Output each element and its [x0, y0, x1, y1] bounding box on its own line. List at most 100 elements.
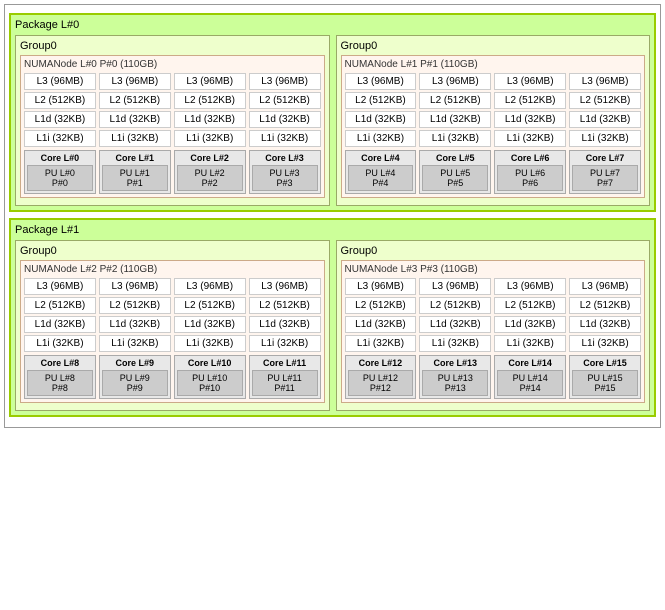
cache-cell-l1i-1-0-1: L1i (32KB)	[99, 335, 171, 352]
core-label-0-1-3: Core L#7	[572, 153, 638, 163]
cache-cell-l2-1-0-3: L2 (512KB)	[249, 297, 321, 314]
cache-cell-l1d-0-1-2: L1d (32KB)	[494, 111, 566, 128]
cache-row-l1d-0-1: L1d (32KB)L1d (32KB)L1d (32KB)L1d (32KB)	[345, 111, 642, 128]
core-label-1-0-1: Core L#9	[102, 358, 168, 368]
cache-cell-l2-0-0-0: L2 (512KB)	[24, 92, 96, 109]
cache-cell-l3-1-1-1: L3 (96MB)	[419, 278, 491, 295]
cache-cell-l3-0-1-2: L3 (96MB)	[494, 73, 566, 90]
cache-cell-l2-1-0-0: L2 (512KB)	[24, 297, 96, 314]
cache-cell-l1i-0-1-2: L1i (32KB)	[494, 130, 566, 147]
pu-box-0-0-0: PU L#0P#0	[27, 165, 93, 191]
core-box-1-1-3: Core L#15PU L#15P#15	[569, 355, 641, 399]
cache-cell-l1i-1-1-0: L1i (32KB)	[345, 335, 417, 352]
pu-box-1-0-2: PU L#10P#10	[177, 370, 243, 396]
cache-cell-l3-0-0-1: L3 (96MB)	[99, 73, 171, 90]
cache-cell-l1i-0-1-3: L1i (32KB)	[569, 130, 641, 147]
numa-label-1-1: NUMANode L#3 P#3 (110GB)	[345, 264, 642, 275]
cache-cell-l1d-0-0-1: L1d (32KB)	[99, 111, 171, 128]
group-0-1: Group0NUMANode L#1 P#1 (110GB)L3 (96MB)L…	[336, 35, 651, 206]
group-label-0-0: Group0	[20, 40, 325, 52]
cache-cell-l3-0-1-0: L3 (96MB)	[345, 73, 417, 90]
cache-row-l1i-0-1: L1i (32KB)L1i (32KB)L1i (32KB)L1i (32KB)	[345, 130, 642, 147]
pu-box-1-1-1: PU L#13P#13	[422, 370, 488, 396]
core-box-1-0-3: Core L#11PU L#11P#11	[249, 355, 321, 399]
numa-label-0-0: NUMANode L#0 P#0 (110GB)	[24, 59, 321, 70]
core-label-1-0-0: Core L#8	[27, 358, 93, 368]
core-box-1-1-1: Core L#13PU L#13P#13	[419, 355, 491, 399]
cache-cell-l3-1-1-0: L3 (96MB)	[345, 278, 417, 295]
cache-cell-l1d-0-1-1: L1d (32KB)	[419, 111, 491, 128]
numa-node-0-1: NUMANode L#1 P#1 (110GB)L3 (96MB)L3 (96M…	[341, 55, 646, 198]
cache-cell-l1i-0-1-0: L1i (32KB)	[345, 130, 417, 147]
core-box-1-1-0: Core L#12PU L#12P#12	[345, 355, 417, 399]
core-label-1-1-0: Core L#12	[348, 358, 414, 368]
core-box-1-0-0: Core L#8 PU L#8P#8	[24, 355, 96, 399]
numa-label-1-0: NUMANode L#2 P#2 (110GB)	[24, 264, 321, 275]
package-label-0: Package L#0	[15, 19, 650, 31]
cache-cell-l2-0-1-3: L2 (512KB)	[569, 92, 641, 109]
cache-row-l1i-1-0: L1i (32KB)L1i (32KB)L1i (32KB)L1i (32KB)	[24, 335, 321, 352]
group-label-0-1: Group0	[341, 40, 646, 52]
cache-cell-l1d-1-1-1: L1d (32KB)	[419, 316, 491, 333]
cache-cell-l1d-0-0-2: L1d (32KB)	[174, 111, 246, 128]
cache-cell-l3-1-0-2: L3 (96MB)	[174, 278, 246, 295]
cache-cell-l1i-1-0-3: L1i (32KB)	[249, 335, 321, 352]
cores-row-1-0: Core L#8PU L#8P#8Core L#9PU L#9P#9Core L…	[24, 355, 321, 399]
pu-box-0-0-3: PU L#3P#3	[252, 165, 318, 191]
core-label-1-1-2: Core L#14	[497, 358, 563, 368]
cache-cell-l2-1-0-2: L2 (512KB)	[174, 297, 246, 314]
cores-row-0-1: Core L#4PU L#4P#4Core L#5PU L#5P#5Core L…	[345, 150, 642, 194]
cache-cell-l3-0-1-1: L3 (96MB)	[419, 73, 491, 90]
numa-node-1-0: NUMANode L#2 P#2 (110GB)L3 (96MB)L3 (96M…	[20, 260, 325, 403]
core-box-0-0-3: Core L#3PU L#3P#3	[249, 150, 321, 194]
cache-row-l3-0-1: L3 (96MB)L3 (96MB)L3 (96MB)L3 (96MB)	[345, 73, 642, 90]
pu-box-0-1-0: PU L#4P#4	[348, 165, 414, 191]
numa-node-0-0: NUMANode L#0 P#0 (110GB)L3 (96MB)L3 (96M…	[20, 55, 325, 198]
cores-row-0-0: Core L#0PU L#0P#0Core L#1PU L#1P#1Core L…	[24, 150, 321, 194]
cache-cell-l3-1-0-0: L3 (96MB)	[24, 278, 96, 295]
cache-cell-l1i-1-0-2: L1i (32KB)	[174, 335, 246, 352]
cache-cell-l2-0-1-2: L2 (512KB)	[494, 92, 566, 109]
cache-cell-l2-1-1-0: L2 (512KB)	[345, 297, 417, 314]
cache-row-l1d-1-0: L1d (32KB)L1d (32KB)L1d (32KB)L1d (32KB)	[24, 316, 321, 333]
cache-row-l3-0-0: L3 (96MB)L3 (96MB)L3 (96MB)L3 (96MB)	[24, 73, 321, 90]
cache-cell-l2-0-0-3: L2 (512KB)	[249, 92, 321, 109]
package-label-1: Package L#1	[15, 224, 650, 236]
pu-box-1-0-0: PU L#8P#8	[27, 370, 93, 396]
cache-cell-l3-1-0-1: L3 (96MB)	[99, 278, 171, 295]
cache-cell-l1d-0-0-0: L1d (32KB)	[24, 111, 96, 128]
cache-cell-l1d-1-0-1: L1d (32KB)	[99, 316, 171, 333]
pu-box-0-1-2: PU L#6P#6	[497, 165, 563, 191]
core-box-0-1-2: Core L#6PU L#6P#6	[494, 150, 566, 194]
core-box-1-0-2: Core L#10 PU L#10P#10	[174, 355, 246, 399]
package-groups-1: Group0NUMANode L#2 P#2 (110GB)L3 (96MB)L…	[15, 240, 650, 411]
cache-cell-l1d-1-1-2: L1d (32KB)	[494, 316, 566, 333]
core-box-0-1-3: Core L#7PU L#7P#7	[569, 150, 641, 194]
cache-cell-l1i-0-0-1: L1i (32KB)	[99, 130, 171, 147]
pu-box-1-0-3: PU L#11P#11	[252, 370, 318, 396]
numa-label-0-1: NUMANode L#1 P#1 (110GB)	[345, 59, 642, 70]
group-0-0: Group0NUMANode L#0 P#0 (110GB)L3 (96MB)L…	[15, 35, 330, 206]
cache-cell-l3-0-0-3: L3 (96MB)	[249, 73, 321, 90]
core-box-0-1-1: Core L#5PU L#5P#5	[419, 150, 491, 194]
cores-row-1-1: Core L#12PU L#12P#12Core L#13PU L#13P#13…	[345, 355, 642, 399]
core-label-0-0-1: Core L#1	[102, 153, 168, 163]
cache-cell-l2-1-1-2: L2 (512KB)	[494, 297, 566, 314]
cache-cell-l2-1-1-3: L2 (512KB)	[569, 297, 641, 314]
cache-cell-l3-0-0-2: L3 (96MB)	[174, 73, 246, 90]
core-label-1-0-2: Core L#10	[177, 358, 243, 368]
pu-box-1-1-2: PU L#14P#14	[497, 370, 563, 396]
cache-row-l2-0-0: L2 (512KB)L2 (512KB)L2 (512KB)L2 (512KB)	[24, 92, 321, 109]
pu-box-0-0-1: PU L#1P#1	[102, 165, 168, 191]
core-box-0-0-2: Core L#2PU L#2P#2	[174, 150, 246, 194]
cache-cell-l1i-0-0-0: L1i (32KB)	[24, 130, 96, 147]
core-label-0-0-2: Core L#2	[177, 153, 243, 163]
cache-cell-l1d-1-1-0: L1d (32KB)	[345, 316, 417, 333]
cache-cell-l3-0-1-3: L3 (96MB)	[569, 73, 641, 90]
machine-container: Package L#0 Group0 NUMANode L#0 P#0 (110GB…	[4, 4, 661, 428]
cache-cell-l3-1-1-3: L3 (96MB)	[569, 278, 641, 295]
cache-row-l2-0-1: L2 (512KB)L2 (512KB)L2 (512KB)L2 (512KB)	[345, 92, 642, 109]
cache-cell-l2-1-0-1: L2 (512KB)	[99, 297, 171, 314]
cache-row-l1i-1-1: L1i (32KB)L1i (32KB)L1i (32KB)L1i (32KB)	[345, 335, 642, 352]
core-box-1-0-1: Core L#9PU L#9P#9	[99, 355, 171, 399]
